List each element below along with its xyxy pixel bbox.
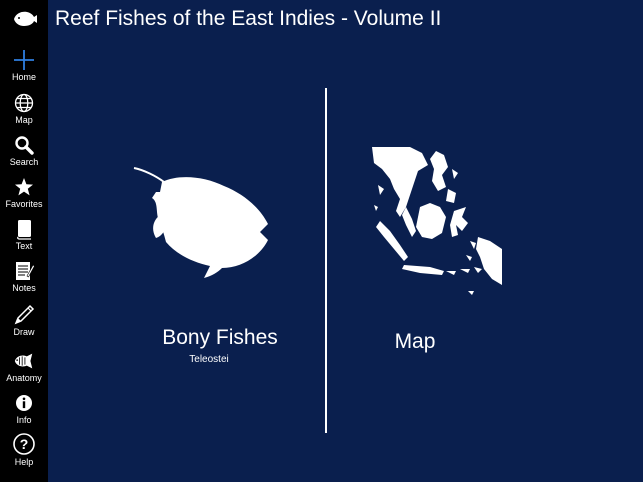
sidebar-item-label: Anatomy xyxy=(6,373,42,383)
globe-icon xyxy=(13,92,35,114)
bony-fishes-subtitle: Teleostei xyxy=(189,354,229,365)
panel-divider xyxy=(325,88,327,433)
sidebar-item-label: Home xyxy=(11,72,36,82)
star-icon xyxy=(13,176,35,198)
fish-logo-icon xyxy=(14,11,37,26)
pencil-icon xyxy=(13,304,35,326)
sidebar-item-favorites[interactable]: Favorites xyxy=(0,176,48,209)
map-panel[interactable]: Map xyxy=(360,140,520,355)
page-title: Reef Fishes of the East Indies - Volume … xyxy=(55,7,442,30)
sidebar-item-help[interactable]: ? Help xyxy=(0,432,48,467)
sidebar-item-label: Map xyxy=(15,115,33,125)
svg-text:?: ? xyxy=(20,436,29,452)
sidebar-item-draw[interactable]: Draw xyxy=(0,304,48,337)
sidebar-item-notes[interactable]: Notes xyxy=(0,260,48,293)
sidebar-item-info[interactable]: Info xyxy=(0,392,48,425)
plus-icon xyxy=(13,49,35,71)
bony-fishes-title: Bony Fishes xyxy=(162,326,278,349)
sidebar-item-home[interactable]: Home xyxy=(0,49,48,82)
sidebar-item-label: Info xyxy=(16,415,32,425)
fish-anatomy-icon xyxy=(13,350,35,372)
sidebar-item-label: Help xyxy=(14,457,34,467)
southeast-asia-map-icon xyxy=(372,147,502,295)
book-icon xyxy=(13,218,35,240)
sidebar-item-anatomy[interactable]: Anatomy xyxy=(0,350,48,383)
help-icon: ? xyxy=(12,432,36,456)
magnifier-icon xyxy=(13,134,35,156)
sidebar: Home Map Search Favorites Text Notes Dra… xyxy=(0,0,48,482)
sidebar-item-search[interactable]: Search xyxy=(0,134,48,167)
sidebar-item-map[interactable]: Map xyxy=(0,92,48,125)
sidebar-item-label: Search xyxy=(9,157,39,167)
sidebar-item-label: Draw xyxy=(13,327,35,337)
info-icon xyxy=(13,392,35,414)
bony-fishes-panel[interactable]: Bony Fishes Teleostei xyxy=(120,160,320,370)
sidebar-item-text[interactable]: Text xyxy=(0,218,48,251)
map-title: Map xyxy=(394,330,436,353)
sidebar-item-label: Favorites xyxy=(5,199,43,209)
notepad-icon xyxy=(13,260,35,282)
sidebar-item-label: Text xyxy=(15,241,33,251)
sidebar-item-label: Notes xyxy=(12,283,36,293)
fish-silhouette-icon xyxy=(133,167,268,278)
